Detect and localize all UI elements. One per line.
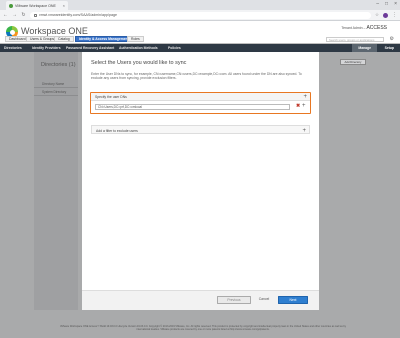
- add-row-icon[interactable]: +: [302, 103, 306, 109]
- user-dn-label: Specify the user DNs: [95, 95, 127, 99]
- browser-toolbar: ← → ↻ vmwi.vmwareidentity.com/SAAS/admin…: [0, 10, 400, 21]
- sub-nav: Directories Identity Providers Password …: [0, 44, 400, 52]
- close-icon[interactable]: ×: [63, 3, 65, 8]
- page-title: Directories (1): [41, 62, 76, 68]
- maximize-icon[interactable]: □: [385, 1, 388, 7]
- subnav-authentication-methods[interactable]: Authentication Methods: [119, 46, 158, 50]
- add-directory-button: Add Directory: [340, 59, 366, 65]
- favicon-icon: [9, 3, 13, 8]
- add-filter-icon[interactable]: +: [302, 128, 306, 134]
- setup-button[interactable]: Setup: [379, 44, 400, 52]
- exclude-filter-label: Add a filter to exclude users: [96, 128, 138, 133]
- back-icon[interactable]: ←: [3, 12, 8, 18]
- subnav-policies[interactable]: Policies: [168, 46, 181, 50]
- dialog-title: Select the Users you would like to sync: [91, 60, 187, 66]
- subnav-identity-providers[interactable]: Identity Providers: [32, 46, 61, 50]
- minimize-icon[interactable]: –: [376, 1, 379, 7]
- subnav-password-recovery[interactable]: Password Recovery Assistant: [66, 46, 114, 50]
- directory-list-item: System Directory: [34, 88, 78, 96]
- user-dn-section: Specify the user DNs + CN=Users,DC=prf,D…: [90, 92, 311, 114]
- add-dn-icon[interactable]: +: [303, 94, 307, 100]
- tab-roles[interactable]: Roles: [127, 36, 144, 42]
- extension-icon[interactable]: [383, 12, 388, 18]
- lock-icon: [34, 13, 37, 17]
- window-close-icon[interactable]: ×: [394, 1, 397, 7]
- subnav-directories[interactable]: Directories: [4, 46, 22, 50]
- remove-dn-icon[interactable]: ✖: [296, 103, 300, 109]
- gear-icon[interactable]: ⚙: [390, 36, 394, 42]
- address-bar[interactable]: vmwi.vmwareidentity.com/SAAS/admin/app/p…: [30, 11, 371, 19]
- bookmark-star-icon[interactable]: ☆: [375, 12, 379, 18]
- url-text: vmwi.vmwareidentity.com/SAAS/admin/app/p…: [39, 13, 118, 17]
- tenant-label: Tenant Admin: [341, 26, 363, 30]
- app-name: Workspace ONE: [21, 26, 88, 36]
- browser-tab-strip: VMware Workspace ONE × – □ ×: [0, 0, 400, 10]
- dialog-footer: Previous Cancel Next: [82, 290, 319, 310]
- browser-tab[interactable]: VMware Workspace ONE ×: [6, 1, 68, 10]
- browser-tab-title: VMware Workspace ONE: [15, 3, 56, 8]
- tenant-name: ACCESS: [366, 25, 387, 31]
- user-dn-input[interactable]: CN=Users,DC=prf,DC=cmlocal: [95, 104, 290, 110]
- search-input[interactable]: Search users, groups or applications: [326, 37, 384, 42]
- tab-identity-access-management[interactable]: Identity & Access Management: [75, 36, 133, 42]
- reload-icon[interactable]: ↻: [21, 12, 26, 18]
- sync-users-dialog: Select the Users you would like to sync …: [82, 52, 319, 310]
- footer-copyright: VMware Workspace ONE Access™ Build 19.03…: [59, 325, 347, 332]
- page-footer: VMware Workspace ONE Access™ Build 19.03…: [0, 320, 400, 338]
- browser-menu-icon[interactable]: ⋮: [392, 12, 397, 18]
- dialog-description: Enter the User DNs to sync, for example,…: [91, 72, 302, 81]
- window-controls: – □ ×: [376, 1, 397, 7]
- previous-button[interactable]: Previous: [217, 296, 251, 304]
- manage-button[interactable]: Manage: [352, 44, 377, 52]
- cancel-button[interactable]: Cancel: [254, 296, 274, 304]
- forward-icon[interactable]: →: [12, 12, 17, 18]
- tab-catalog[interactable]: Catalog: [54, 36, 74, 42]
- user-dn-header: Specify the user DNs +: [91, 93, 310, 101]
- next-button[interactable]: Next: [278, 296, 308, 304]
- tenant-info[interactable]: Tenant Admin – ACCESS: [341, 25, 387, 31]
- directory-list-item: Directory Name: [34, 80, 78, 88]
- exclude-filter-section[interactable]: Add a filter to exclude users +: [91, 125, 310, 134]
